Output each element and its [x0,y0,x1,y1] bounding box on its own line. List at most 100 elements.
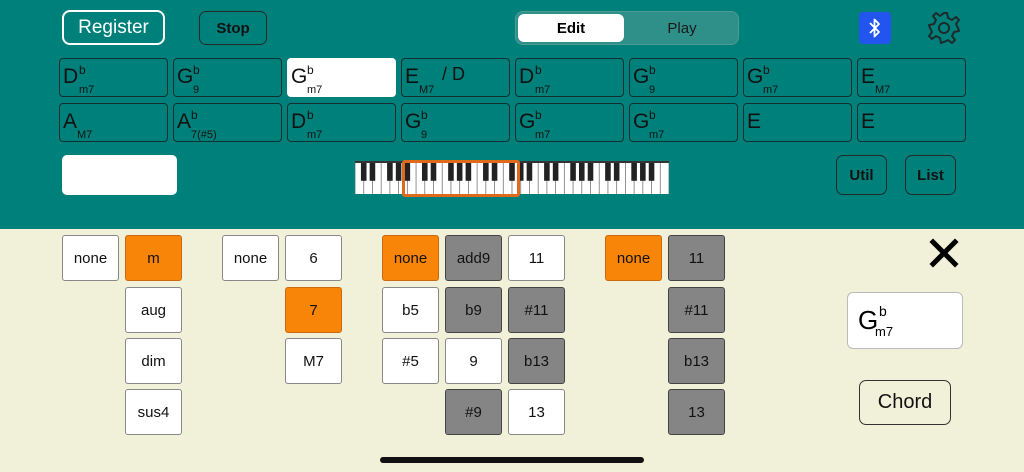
chord-cell[interactable]: E M7 / D [401,58,510,97]
chord-accidental: b [191,108,198,122]
option-button[interactable]: b9 [445,287,502,333]
chord-quality: M7 [875,84,891,96]
chord-cell[interactable]: Gb 9 [401,103,510,142]
chord-cell[interactable]: E [857,103,966,142]
chord-root: E [861,110,876,133]
chord-cell[interactable]: Gb m7 [287,58,396,97]
option-button[interactable]: #9 [445,389,502,435]
chord-root: G [519,110,536,133]
chord-root: D [519,65,535,88]
chord-root: G [633,65,650,88]
chord-accidental: b [307,63,314,77]
chord-quality: 9 [421,129,428,141]
chord-root: G [633,110,650,133]
chord-cell[interactable]: E [743,103,852,142]
chord-quality: m7 [649,129,665,141]
home-indicator [380,457,644,463]
chord-root: G [291,65,308,88]
util-button[interactable]: Util [836,155,887,195]
gear-icon[interactable] [926,10,962,46]
option-button[interactable]: b5 [382,287,439,333]
option-button[interactable]: #11 [668,287,725,333]
chord-cell[interactable]: Ab 7(#5) [173,103,282,142]
option-button[interactable]: add9 [445,235,502,281]
option-button[interactable]: none [222,235,279,281]
option-button[interactable]: none [62,235,119,281]
option-button[interactable]: M7 [285,338,342,384]
chord-quality: m7 [307,84,323,96]
option-button[interactable]: b13 [508,338,565,384]
chord-root: A [63,110,78,133]
chord-accidental: b [535,63,542,77]
option-button[interactable]: 13 [668,389,725,435]
option-button[interactable]: dim [125,338,182,384]
chord-cell[interactable]: Gb m7 [743,58,852,97]
close-icon[interactable] [928,237,960,269]
chord-cell[interactable]: A M7 [59,103,168,142]
chord-quality: 7(#5) [191,129,217,141]
chord-root: G [747,65,764,88]
chord-cell[interactable]: Db m7 [59,58,168,97]
option-button[interactable]: #11 [508,287,565,333]
tab-play[interactable]: Play [628,14,736,42]
chord-name-field[interactable] [62,155,177,195]
chord-accidental: b [421,108,428,122]
chord-root: G [177,65,194,88]
chord-accidental: b [79,63,86,77]
option-button[interactable]: b13 [668,338,725,384]
chord-root: G [405,110,422,133]
chord-cell[interactable]: Db m7 [287,103,396,142]
chord-accidental: b [763,63,770,77]
chord-quality: 9 [649,84,656,96]
option-button[interactable]: 13 [508,389,565,435]
chord-quality: m7 [535,129,551,141]
chord-accidental: b [307,108,314,122]
option-button[interactable]: m [125,235,182,281]
chord-quality: m7 [763,84,779,96]
stop-button[interactable]: Stop [199,11,267,45]
chord-bass: / D [442,64,466,84]
preview-accidental: b [879,303,887,319]
option-button[interactable]: none [382,235,439,281]
option-button[interactable]: sus4 [125,389,182,435]
option-button[interactable]: 7 [285,287,342,333]
chord-root: E [405,65,420,88]
chord-cell[interactable]: Gb m7 [515,103,624,142]
chord-button[interactable]: Chord [859,380,951,425]
chord-accidental: b [649,108,656,122]
chord-quality: m7 [79,84,95,96]
chord-quality: M7 [77,129,93,141]
option-button[interactable]: aug [125,287,182,333]
mode-segmented-control: Edit Play [515,11,739,45]
chord-cell[interactable]: Gb m7 [629,103,738,142]
top-toolbar: Register Stop Edit Play Db m7 Gb 9 Gb m7 E M7/ … [0,0,1024,229]
option-button[interactable]: 11 [508,235,565,281]
chord-cell[interactable]: Gb 9 [173,58,282,97]
chord-cell[interactable]: Db m7 [515,58,624,97]
chord-quality: 9 [193,84,200,96]
chord-root: D [291,110,307,133]
chord-cell[interactable]: Gb 9 [629,58,738,97]
chord-root: E [747,110,762,133]
chord-cell[interactable]: E M7 [857,58,966,97]
chord-root: E [861,65,876,88]
list-button[interactable]: List [905,155,956,195]
option-button[interactable]: 11 [668,235,725,281]
keyboard-range-selector[interactable] [402,160,520,197]
option-button[interactable]: 9 [445,338,502,384]
option-button[interactable]: #5 [382,338,439,384]
chord-quality: M7 [419,84,435,96]
preview-quality: m7 [875,324,894,339]
chord-root: A [177,110,192,133]
chord-preview: G b m7 [847,292,963,349]
chord-accidental: b [193,63,200,77]
chord-accidental: b [649,63,656,77]
tab-edit[interactable]: Edit [518,14,624,42]
chord-root: D [63,65,79,88]
option-button[interactable]: none [605,235,662,281]
bluetooth-icon[interactable] [859,12,891,44]
chord-quality: m7 [307,129,323,141]
option-button[interactable]: 6 [285,235,342,281]
register-button[interactable]: Register [62,10,165,45]
chord-quality: m7 [535,84,551,96]
